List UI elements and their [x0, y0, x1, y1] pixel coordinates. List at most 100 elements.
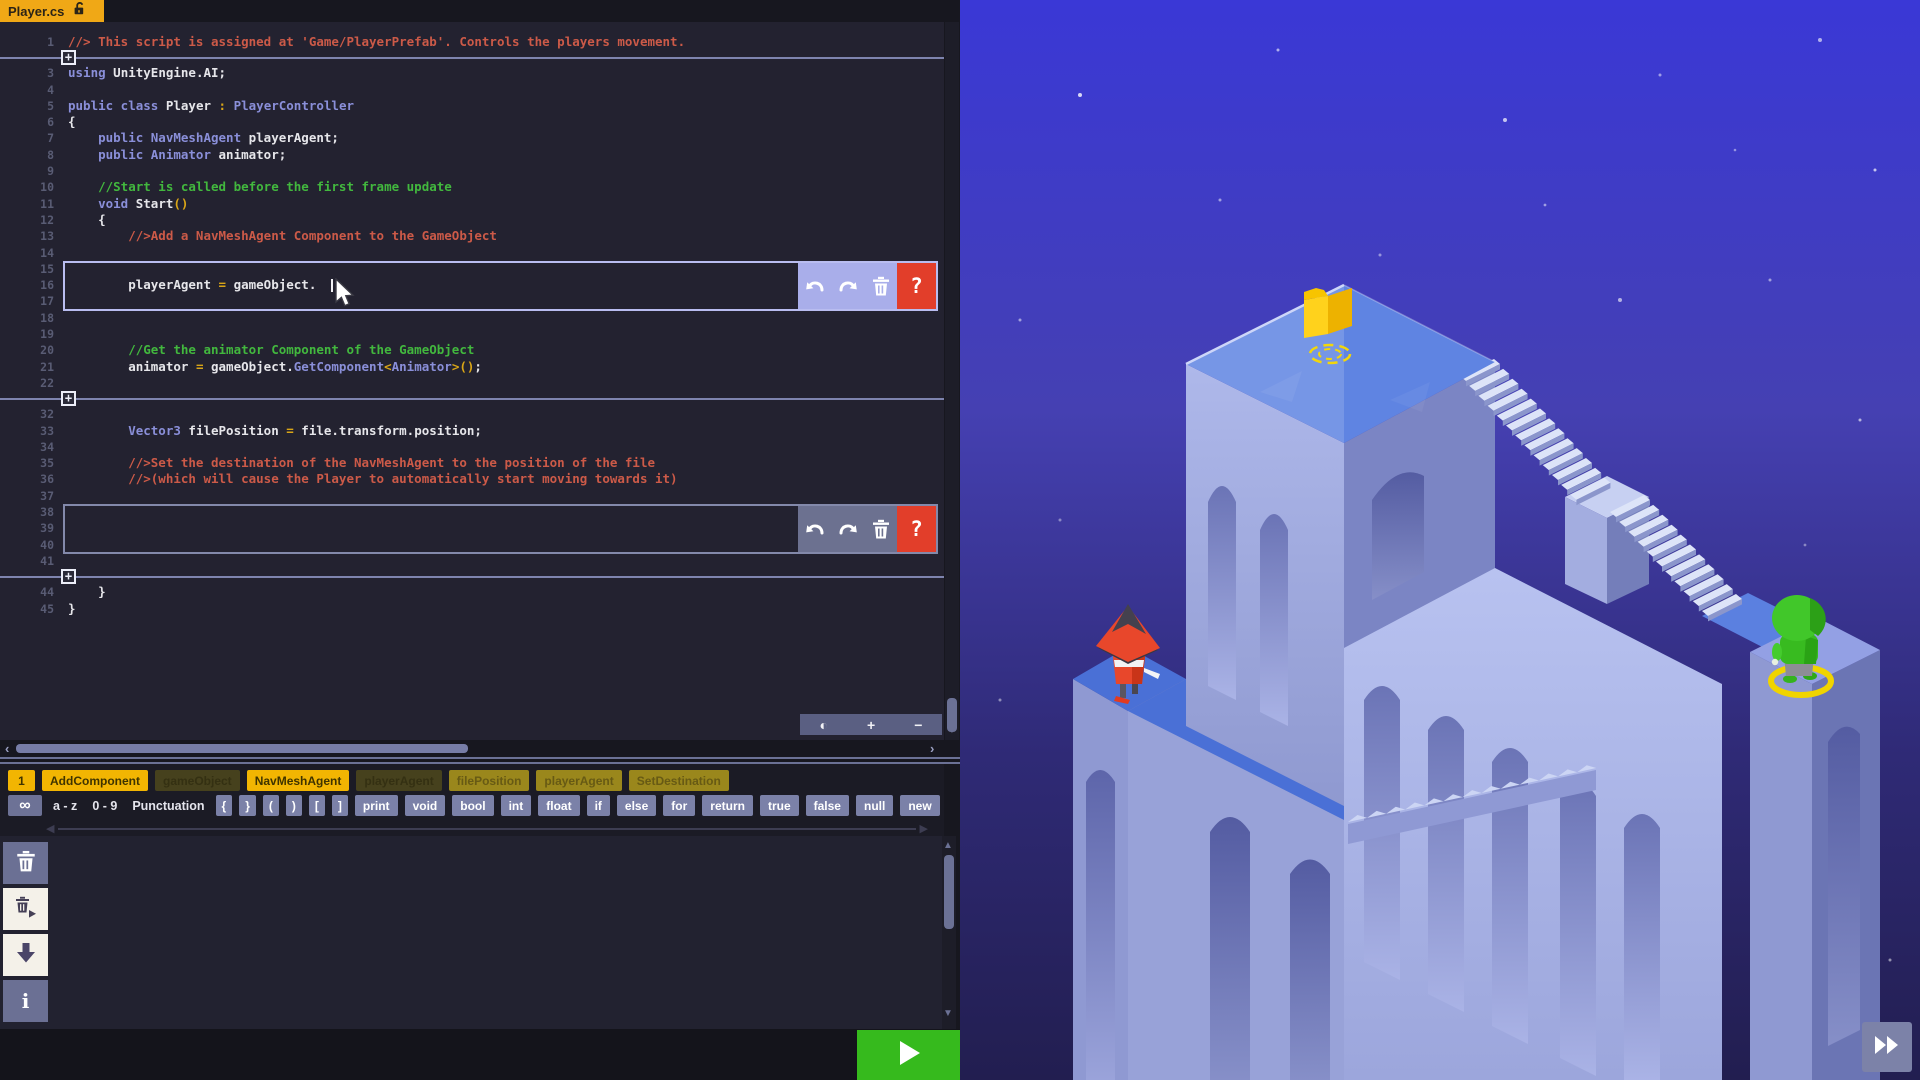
tab-label: Player.cs — [8, 4, 64, 19]
line-number: 14 — [0, 245, 68, 261]
palette-key-int[interactable]: int — [501, 795, 532, 816]
mouse-cursor — [334, 278, 358, 313]
palette-key-void[interactable]: void — [405, 795, 446, 816]
palette-key-{[interactable]: { — [216, 795, 233, 816]
palette-keyword-playerAgent[interactable]: playerAgent — [536, 770, 621, 791]
keyword-palette: 1 AddComponentgameObjectNavMeshAgentplay… — [0, 764, 944, 836]
tab-player-cs[interactable]: Player.cs — [0, 0, 104, 22]
fold-row: + — [0, 569, 944, 584]
game-viewport[interactable] — [960, 0, 1920, 1080]
line-number: 9 — [0, 163, 68, 179]
answer-box-1[interactable]: ? — [63, 261, 938, 311]
code-text: public NavMeshAgent playerAgent; — [68, 130, 339, 146]
palette-group-a-z[interactable]: a - z — [53, 799, 77, 813]
panel-divider — [0, 757, 960, 764]
scroll-down-arrow[interactable]: ▼ — [943, 1008, 953, 1019]
clear-console-button[interactable] — [3, 842, 48, 884]
palette-key-false[interactable]: false — [806, 795, 849, 816]
scroll-right-arrow[interactable]: › — [930, 741, 934, 756]
palette-key-bool[interactable]: bool — [452, 795, 493, 816]
editor-horizontal-scrollbar[interactable]: ‹ › — [0, 740, 944, 757]
infinity-button[interactable]: ∞ — [8, 795, 42, 816]
palette-scroll-right-arrow[interactable]: ▶ — [920, 822, 928, 835]
code-line: 36 //>(which will cause the Player to au… — [0, 471, 944, 487]
palette-keyword-filePosition[interactable]: filePosition — [449, 770, 530, 791]
palette-key-[[interactable]: [ — [309, 795, 325, 816]
scroll-left-arrow[interactable]: ‹ — [5, 741, 9, 756]
palette-key-else[interactable]: else — [617, 795, 656, 816]
hint-button[interactable]: ? — [897, 263, 936, 309]
line-number: 20 — [0, 342, 68, 358]
palette-keyword-playerAgent[interactable]: playerAgent — [356, 770, 441, 791]
delete-line-button[interactable] — [864, 506, 897, 552]
line-number: 19 — [0, 326, 68, 342]
contrast-icon[interactable]: ◐ — [820, 716, 828, 734]
palette-group-0-9[interactable]: 0 - 9 — [92, 799, 117, 813]
text-caret — [331, 279, 333, 292]
code-text: public class Player : PlayerController — [68, 98, 354, 114]
code-text: //>Add a NavMeshAgent Component to the G… — [68, 228, 497, 244]
bottom-bar — [0, 1029, 960, 1080]
palette-key-return[interactable]: return — [702, 795, 753, 816]
palette-scroll-left-arrow[interactable]: ◀ — [46, 822, 54, 835]
clear-on-run-button[interactable] — [3, 888, 48, 930]
palette-keyword-gameObject[interactable]: gameObject — [155, 770, 240, 791]
palette-key-null[interactable]: null — [856, 795, 893, 816]
scroll-up-arrow[interactable]: ▲ — [943, 840, 953, 851]
palette-key-float[interactable]: float — [538, 795, 579, 816]
zoom-in-button[interactable]: + — [867, 716, 875, 734]
code-text: public Animator animator; — [68, 147, 286, 163]
palette-keyword-SetDestination[interactable]: SetDestination — [629, 770, 729, 791]
editor-vertical-scrollbar[interactable]: ▼ — [945, 22, 959, 740]
code-line: 21 animator = gameObject.GetComponent<An… — [0, 359, 944, 375]
palette-key-if[interactable]: if — [587, 795, 610, 816]
trash-run-icon — [13, 894, 39, 925]
palette-group-Punctuation[interactable]: Punctuation — [132, 799, 204, 813]
answer-box-2[interactable]: ? — [63, 504, 938, 554]
info-icon: i — [22, 989, 30, 1013]
zoom-out-button[interactable]: − — [914, 716, 922, 734]
undo-button[interactable] — [798, 506, 831, 552]
editor-zoom-bar: ◐ + − — [800, 714, 942, 735]
code-line: 20 //Get the animator Component of the G… — [0, 342, 944, 358]
fold-separator — [0, 57, 944, 59]
output-console: i ▲ ▼ — [0, 836, 944, 1029]
palette-key-print[interactable]: print — [355, 795, 398, 816]
fold-expand-button[interactable]: + — [61, 50, 76, 65]
fold-expand-button[interactable]: + — [61, 391, 76, 406]
code-line: 4 — [0, 82, 944, 98]
redo-button[interactable] — [831, 506, 864, 552]
palette-keyword-AddComponent[interactable]: AddComponent — [42, 770, 148, 791]
delete-line-button[interactable] — [864, 263, 897, 309]
line-number: 45 — [0, 601, 68, 617]
line-number: 17 — [0, 293, 68, 309]
undo-button[interactable] — [798, 263, 831, 309]
fast-forward-button[interactable] — [1862, 1022, 1912, 1072]
palette-key-)[interactable]: ) — [286, 795, 302, 816]
code-text: Vector3 filePosition = file.transform.po… — [68, 423, 482, 439]
scroll-down-arrow[interactable]: ▼ — [947, 725, 957, 736]
scrollbar-thumb[interactable] — [944, 855, 954, 929]
palette-key-}[interactable]: } — [239, 795, 256, 816]
palette-scrollbar[interactable]: ◀ ▶ — [46, 822, 928, 835]
line-number: 12 — [0, 212, 68, 228]
palette-keyword-NavMeshAgent[interactable]: NavMeshAgent — [247, 770, 350, 791]
console-vertical-scrollbar[interactable]: ▲ ▼ — [942, 836, 956, 1029]
palette-key-for[interactable]: for — [663, 795, 695, 816]
code-text: //>Set the destination of the NavMeshAge… — [68, 455, 655, 471]
redo-button[interactable] — [831, 263, 864, 309]
palette-key-][interactable]: ] — [332, 795, 348, 816]
line-number: 13 — [0, 228, 68, 244]
fold-expand-button[interactable]: + — [61, 569, 76, 584]
code-text: //>(which will cause the Player to autom… — [68, 471, 678, 487]
scroll-to-bottom-button[interactable] — [3, 934, 48, 976]
scrollbar-thumb[interactable] — [16, 744, 468, 753]
palette-key-true[interactable]: true — [760, 795, 799, 816]
code-line: 41 — [0, 553, 944, 569]
hint-button[interactable]: ? — [897, 506, 936, 552]
info-button[interactable]: i — [3, 980, 48, 1022]
line-number: 36 — [0, 471, 68, 487]
palette-key-new[interactable]: new — [900, 795, 939, 816]
palette-key-([interactable]: ( — [263, 795, 279, 816]
run-button[interactable] — [857, 1030, 961, 1080]
